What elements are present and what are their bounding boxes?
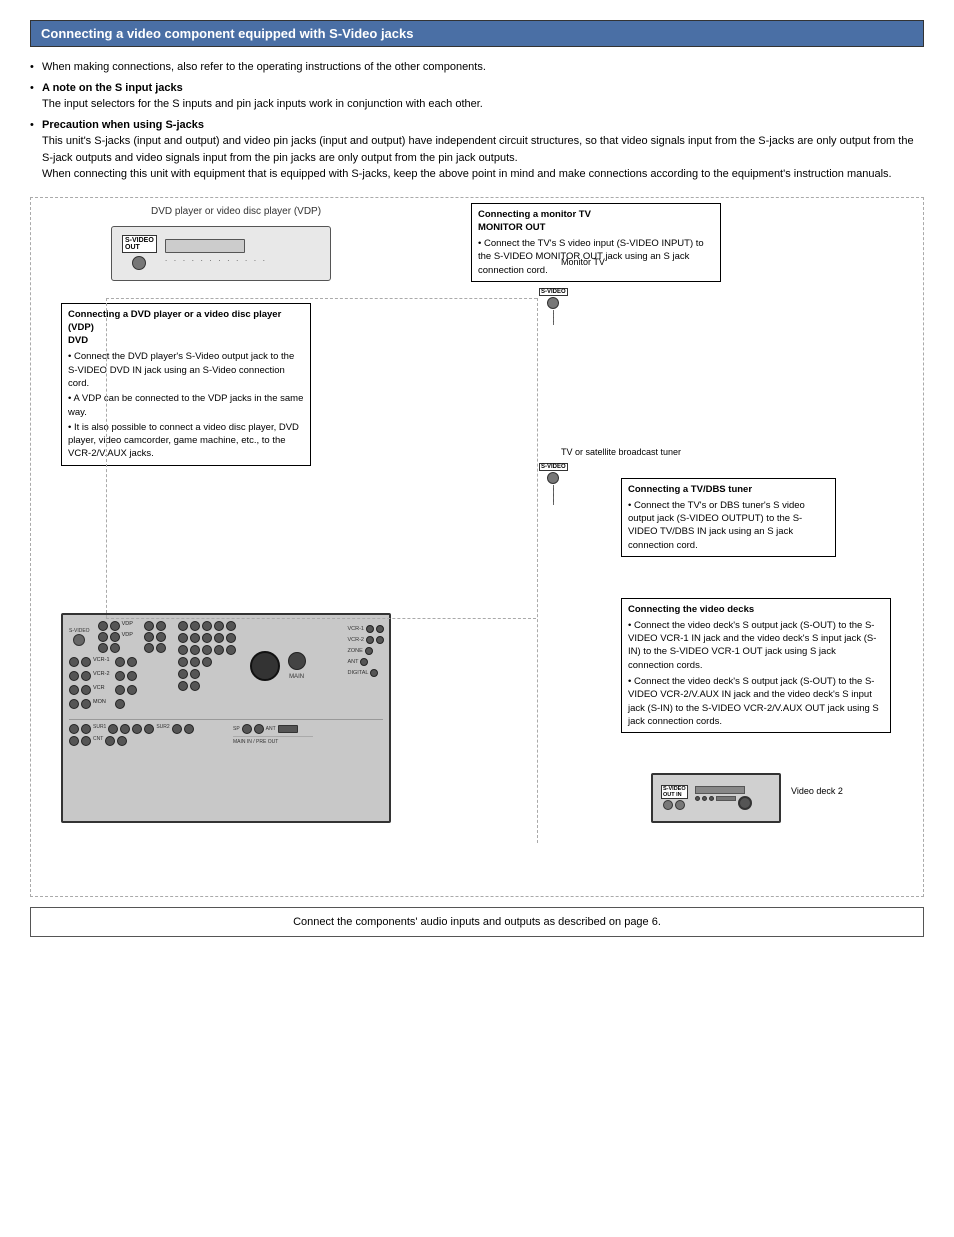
- intro-bullet-2: A note on the S input jacks The input se…: [30, 80, 924, 113]
- monitor-tv-label: Monitor TV: [561, 257, 605, 267]
- intro-bullet-3: Precaution when using S-jacks This unit'…: [30, 117, 924, 183]
- dvd-slot: [165, 239, 245, 253]
- main-knob: [250, 651, 280, 681]
- tvdbs-connection-box: Connecting a TV/DBS tuner • Connect the …: [621, 478, 836, 557]
- av-receiver: S-VIDEO VDP: [61, 613, 391, 823]
- right-dashed-line: [537, 298, 538, 843]
- top-dashed-line: [106, 298, 537, 299]
- av-receiver-inner: S-VIDEO VDP: [63, 615, 389, 752]
- page-title: Connecting a video component equipped wi…: [30, 20, 924, 47]
- diagram-area: DVD player or video disc player (VDP) S-…: [30, 197, 924, 897]
- svideo-out-badge: S-VIDEOOUT: [122, 235, 157, 253]
- left-dashed-line: [106, 298, 107, 618]
- intro-bullet-1: When making connections, also refer to t…: [30, 59, 924, 76]
- video-deck-2: S-VIDEOOUT IN: [651, 773, 781, 823]
- intro-section: When making connections, also refer to t…: [30, 59, 924, 183]
- video-deck-2-label: Video deck 2: [791, 786, 843, 796]
- tvdbs-label: TV or satellite broadcast tuner: [561, 447, 681, 457]
- dvd-player-device: S-VIDEOOUT · · · · · · · · · · · ·: [111, 226, 331, 281]
- monitor-connection-box: Connecting a monitor TV MONITOR OUT • Co…: [471, 203, 721, 282]
- monitor-tv-area: S-VIDEO Monitor TV: [561, 253, 605, 267]
- tvdbs-area: S-VIDEO TV or satellite broadcast tuner: [561, 443, 681, 457]
- bottom-note: Connect the components' audio inputs and…: [30, 907, 924, 937]
- videodecks-connection-box: Connecting the video decks • Connect the…: [621, 598, 891, 734]
- dvd-connection-box: Connecting a DVD player or a video disc …: [61, 303, 311, 466]
- dvd-device-label: DVD player or video disc player (VDP): [151, 206, 321, 217]
- bottom-dashed-line: [106, 618, 536, 619]
- deck-2-controls: S-VIDEOOUT IN: [653, 775, 779, 821]
